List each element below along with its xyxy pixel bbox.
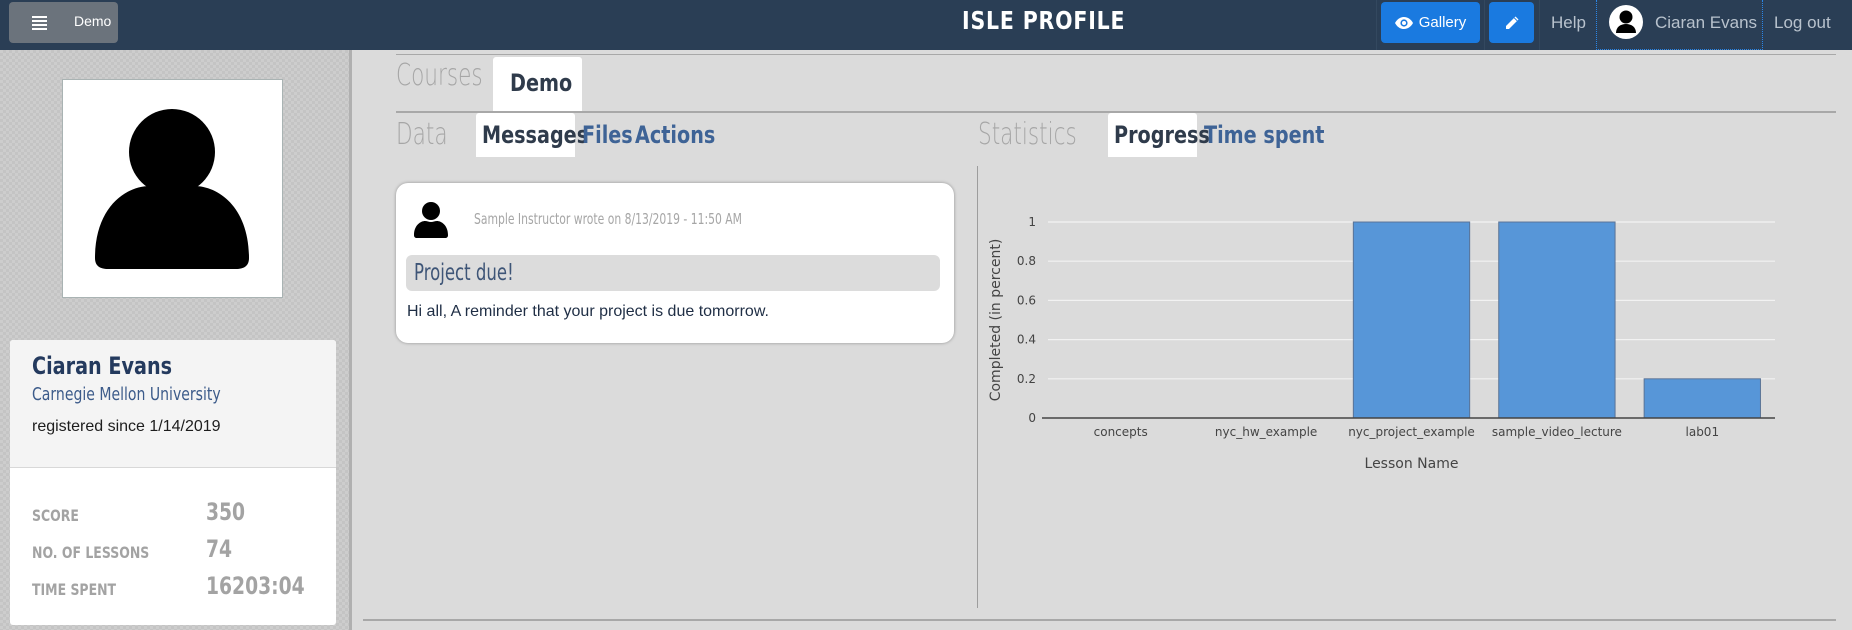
stat-value: 350 bbox=[206, 498, 246, 526]
stat-label: TIME SPENT bbox=[32, 580, 117, 599]
y-tick-label: 0.8 bbox=[1017, 254, 1036, 268]
stat-row-score: SCORE 350 bbox=[32, 496, 314, 533]
message-card: Sample Instructor wrote on 8/13/2019 - 1… bbox=[396, 183, 954, 343]
edit-button[interactable] bbox=[1489, 2, 1534, 43]
user-name: Ciaran Evans bbox=[1655, 13, 1758, 32]
registration-date: registered since 1/14/2019 bbox=[32, 418, 221, 435]
statistics-section-label: Statistics bbox=[978, 117, 1077, 152]
course-tab-label: Demo bbox=[510, 69, 573, 97]
user-avatar-icon bbox=[1609, 5, 1643, 39]
tab-progress-label: Progress bbox=[1114, 121, 1210, 149]
gallery-button[interactable]: Gallery bbox=[1381, 2, 1480, 43]
x-tick-label: nyc_project_example bbox=[1348, 425, 1475, 439]
message-title-bar: Project due! bbox=[406, 255, 940, 291]
message-title: Project due! bbox=[414, 260, 514, 286]
nav-divider bbox=[1376, 0, 1377, 50]
x-tick-label: nyc_hw_example bbox=[1215, 425, 1317, 439]
x-tick-label: lab01 bbox=[1686, 425, 1720, 439]
profile-stats: SCORE 350 NO. OF LESSONS 74 TIME SPENT 1… bbox=[10, 468, 336, 607]
sender-avatar-icon bbox=[414, 202, 448, 238]
tab-progress[interactable]: Progress bbox=[1108, 113, 1210, 157]
bar-lab01[interactable] bbox=[1643, 378, 1761, 419]
profile-name: Ciaran Evans bbox=[32, 352, 173, 380]
tab-time-spent[interactable]: Time spent bbox=[1204, 121, 1324, 149]
eye-icon bbox=[1394, 16, 1413, 29]
gallery-label: Gallery bbox=[1418, 14, 1467, 31]
x-axis-title: Lesson Name bbox=[1365, 456, 1459, 472]
footer-divider bbox=[363, 619, 1836, 621]
stat-row-lessons: NO. OF LESSONS 74 bbox=[32, 533, 314, 570]
hamburger-icon bbox=[32, 16, 47, 30]
profile-picture[interactable] bbox=[62, 79, 283, 298]
courses-section-label: Courses bbox=[396, 58, 483, 93]
top-navbar: Demo ISLE PROFILE Gallery Help Ciaran Ev… bbox=[0, 0, 1852, 50]
bar-nyc_project_example[interactable] bbox=[1352, 221, 1471, 419]
bar-sample_video_lecture[interactable] bbox=[1498, 221, 1616, 419]
help-link[interactable]: Help bbox=[1551, 13, 1586, 33]
tab-messages[interactable]: Messages bbox=[476, 113, 588, 157]
course-menu-button[interactable]: Demo bbox=[9, 2, 118, 43]
y-tick-label: 1 bbox=[1028, 215, 1036, 229]
message-body: Hi all, A reminder that your project is … bbox=[407, 303, 769, 320]
user-silhouette-icon bbox=[95, 109, 249, 269]
divider bbox=[396, 54, 1836, 55]
tab-files[interactable]: Files bbox=[582, 121, 633, 149]
x-tick-label: sample_video_lecture bbox=[1492, 425, 1622, 439]
profile-sidebar: Ciaran Evans Carnegie Mellon University … bbox=[0, 50, 352, 630]
y-tick-label: 0 bbox=[1028, 411, 1036, 425]
stat-label: SCORE bbox=[32, 506, 79, 525]
y-axis-title: Completed (in percent) bbox=[988, 239, 1004, 402]
nav-divider bbox=[1539, 0, 1540, 50]
user-menu[interactable]: Ciaran Evans bbox=[1596, 0, 1763, 50]
progress-chart: 0 0.2 0.4 0.6 0.8 1 concepts nyc_hw_example nyc… bbox=[988, 215, 1775, 472]
tab-messages-label: Messages bbox=[482, 121, 589, 149]
y-tick-label: 0.2 bbox=[1017, 372, 1036, 386]
profile-organization: Carnegie Mellon University bbox=[32, 384, 221, 405]
stat-label: NO. OF LESSONS bbox=[32, 543, 150, 562]
stat-value: 16203:04 bbox=[206, 572, 305, 600]
x-tick-label: concepts bbox=[1094, 425, 1148, 439]
course-menu-label: Demo bbox=[74, 13, 112, 29]
app-title: ISLE PROFILE bbox=[962, 6, 1126, 35]
course-tab-demo[interactable]: Demo bbox=[493, 57, 582, 111]
logout-link[interactable]: Log out bbox=[1774, 13, 1831, 33]
profile-card: Ciaran Evans Carnegie Mellon University … bbox=[10, 340, 336, 625]
tab-actions[interactable]: Actions bbox=[635, 121, 715, 149]
nav-divider bbox=[1484, 0, 1485, 50]
stat-value: 74 bbox=[206, 535, 233, 563]
pencil-icon bbox=[1505, 16, 1518, 29]
data-section-label: Data bbox=[396, 117, 448, 152]
y-tick-label: 0.6 bbox=[1017, 293, 1036, 307]
y-tick-label: 0.4 bbox=[1017, 333, 1036, 347]
stat-row-time-spent: TIME SPENT 16203:04 bbox=[32, 570, 314, 607]
message-author-line: Sample Instructor wrote on 8/13/2019 - 1… bbox=[474, 210, 743, 228]
